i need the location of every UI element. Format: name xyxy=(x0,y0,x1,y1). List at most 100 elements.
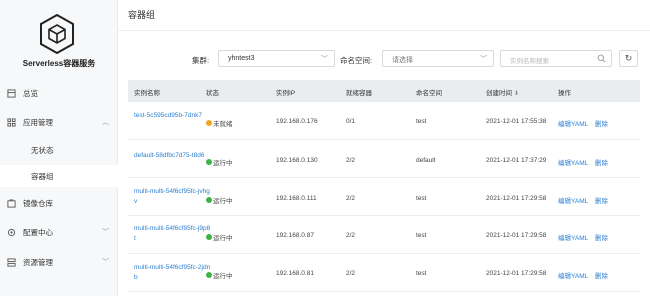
status-badge: 运行中 xyxy=(206,232,233,242)
instance-name-link[interactable]: default-58dfbc7d75-t8d6 xyxy=(134,151,212,161)
namespace: test xyxy=(416,232,427,239)
delete-link[interactable]: 删除 xyxy=(595,157,608,167)
edit-yaml-link[interactable]: 编辑YAML xyxy=(558,118,588,128)
column-header: 就绪容器 xyxy=(346,90,372,97)
sidebar-item-label: 无状态 xyxy=(31,145,54,155)
image-repo-icon xyxy=(7,198,16,208)
instance-ip: 192.168.0.87 xyxy=(276,232,314,239)
created-time: 2021-12-01 17:29:58 xyxy=(486,270,547,277)
sidebar: Serverless容器服务 总览 应用管理 ︿ 无状态 容器组 镜像仓库 配置… xyxy=(0,0,118,296)
cube-logo-icon xyxy=(40,14,74,54)
cluster-label: 集群: xyxy=(192,56,210,65)
status-text: 运行中 xyxy=(213,198,233,205)
status-text: 运行中 xyxy=(213,273,233,280)
instance-ip: 192.168.0.111 xyxy=(276,195,317,202)
overview-icon xyxy=(7,88,16,98)
edit-yaml-link[interactable]: 编辑YAML xyxy=(558,157,588,167)
column-header: 状态 xyxy=(206,90,219,97)
status-badge: 运行中 xyxy=(206,157,233,167)
column-header-label: 创建时间 xyxy=(486,90,512,97)
delete-link[interactable]: 删除 xyxy=(595,270,608,280)
table-row: multi-multi-54f6cf95fc-j9p8t 运行中 192.168… xyxy=(128,217,640,254)
column-header: 命名空间 xyxy=(416,90,442,97)
edit-yaml-link[interactable]: 编辑YAML xyxy=(558,232,588,242)
table-header: 实例名称 状态 实例IP 就绪容器 命名空间 创建时间 ⬇ 操作 xyxy=(128,80,640,102)
created-time: 2021-12-01 17:37:29 xyxy=(486,157,547,164)
sidebar-item-container-group[interactable]: 容器组 xyxy=(0,165,118,187)
app-manage-icon xyxy=(7,117,16,127)
resource-manage-icon xyxy=(7,257,16,267)
table-row: multi-multi-54f6cf95fc-jvhgv 运行中 192.168… xyxy=(128,179,640,216)
ready-containers: 0/1 xyxy=(346,118,356,125)
refresh-icon: ↻ xyxy=(624,53,633,63)
instance-ip: 192.168.0.130 xyxy=(276,157,318,164)
delete-link[interactable]: 删除 xyxy=(595,232,608,242)
status-text: 运行中 xyxy=(213,160,233,167)
status-badge: 运行中 xyxy=(206,195,233,205)
sidebar-item-image-repo[interactable]: 镜像仓库 xyxy=(0,192,118,214)
edit-yaml-link[interactable]: 编辑YAML xyxy=(558,270,588,280)
column-header: 实例IP xyxy=(276,90,296,97)
instance-name-link[interactable]: multi-multi-54f6cf95fc-2jdnb xyxy=(134,263,212,283)
namespace: test xyxy=(416,118,427,125)
refresh-button[interactable]: ↻ xyxy=(619,50,638,67)
created-time: 2021-12-01 17:29:58 xyxy=(486,232,547,239)
sidebar-item-config-center[interactable]: 配置中心 ﹀ xyxy=(0,221,118,243)
ready-containers: 2/2 xyxy=(346,157,356,164)
instance-ip: 192.168.0.176 xyxy=(276,118,318,125)
edit-yaml-link[interactable]: 编辑YAML xyxy=(558,195,588,205)
sidebar-item-label: 镜像仓库 xyxy=(23,198,53,208)
search-placeholder: 实例名称搜索 xyxy=(510,58,549,65)
sort-desc-icon[interactable]: ⬇ xyxy=(514,91,519,97)
ready-containers: 2/2 xyxy=(346,195,356,202)
status-badge: 未就绪 xyxy=(206,118,233,128)
chevron-down-icon: ﹀ xyxy=(321,56,328,63)
sidebar-item-stateless[interactable]: 无状态 xyxy=(0,139,118,161)
sidebar-item-label: 应用管理 xyxy=(23,117,53,127)
sidebar-item-overview[interactable]: 总览 xyxy=(0,82,118,104)
search-icon[interactable] xyxy=(597,54,606,63)
chevron-down-icon: ﹀ xyxy=(102,259,109,266)
sidebar-item-label: 总览 xyxy=(23,88,38,98)
main-content: 容器组 集群: yhntest3 ﹀ 命名空间: 请选择 ﹀ 实例名称搜索 ↻ … xyxy=(118,0,650,296)
instance-ip: 192.168.0.81 xyxy=(276,270,314,277)
chevron-up-icon: ︿ xyxy=(102,119,109,126)
ready-containers: 2/2 xyxy=(346,232,356,239)
running-status-icon xyxy=(206,197,212,203)
created-time: 2021-12-01 17:29:58 xyxy=(486,195,547,202)
delete-link[interactable]: 删除 xyxy=(595,118,608,128)
status-badge: 运行中 xyxy=(206,270,233,280)
instance-name-link[interactable]: multi-multi-54f6cf95fc-j9p8t xyxy=(134,224,212,244)
search-input[interactable]: 实例名称搜索 xyxy=(500,50,612,67)
sidebar-item-label: 资源管理 xyxy=(23,257,53,267)
table-row: default-58dfbc7d75-t8d6 运行中 192.168.0.13… xyxy=(128,141,640,178)
divider xyxy=(118,30,650,31)
namespace: test xyxy=(416,270,427,277)
ready-containers: 2/2 xyxy=(346,270,356,277)
namespace-select[interactable]: 请选择 ﹀ xyxy=(382,50,494,67)
status-text: 未就绪 xyxy=(213,121,233,128)
running-status-icon xyxy=(206,159,212,165)
sidebar-item-resource-manage[interactable]: 资源管理 ﹀ xyxy=(0,251,118,273)
namespace: default xyxy=(416,157,436,164)
column-header: 操作 xyxy=(558,90,571,97)
cluster-value: yhntest3 xyxy=(228,55,255,62)
sidebar-item-app-manage[interactable]: 应用管理 ︿ xyxy=(0,111,118,133)
created-time: 2021-12-01 17:55:38 xyxy=(486,118,547,125)
column-header: 实例名称 xyxy=(134,90,160,97)
page-title: 容器组 xyxy=(128,10,156,20)
namespace: test xyxy=(416,195,427,202)
chevron-down-icon: ﹀ xyxy=(102,229,109,236)
cluster-select[interactable]: yhntest3 ﹀ xyxy=(218,50,335,67)
instance-name-link[interactable]: multi-multi-54f6cf95fc-jvhgv xyxy=(134,187,212,207)
delete-link[interactable]: 删除 xyxy=(595,195,608,205)
column-header-sortable[interactable]: 创建时间 ⬇ xyxy=(486,87,519,97)
chevron-down-icon: ﹀ xyxy=(480,56,487,63)
instance-name-link[interactable]: test-5c595cd95b-7dnk7 xyxy=(134,111,212,121)
product-name: Serverless容器服务 xyxy=(22,59,96,68)
namespace-placeholder: 请选择 xyxy=(392,57,413,64)
table-row: test-5c595cd95b-7dnk7 未就绪 192.168.0.176 … xyxy=(128,103,640,140)
namespace-label: 命名空间: xyxy=(340,56,373,65)
status-text: 运行中 xyxy=(213,235,233,242)
sidebar-item-label: 容器组 xyxy=(31,171,54,181)
